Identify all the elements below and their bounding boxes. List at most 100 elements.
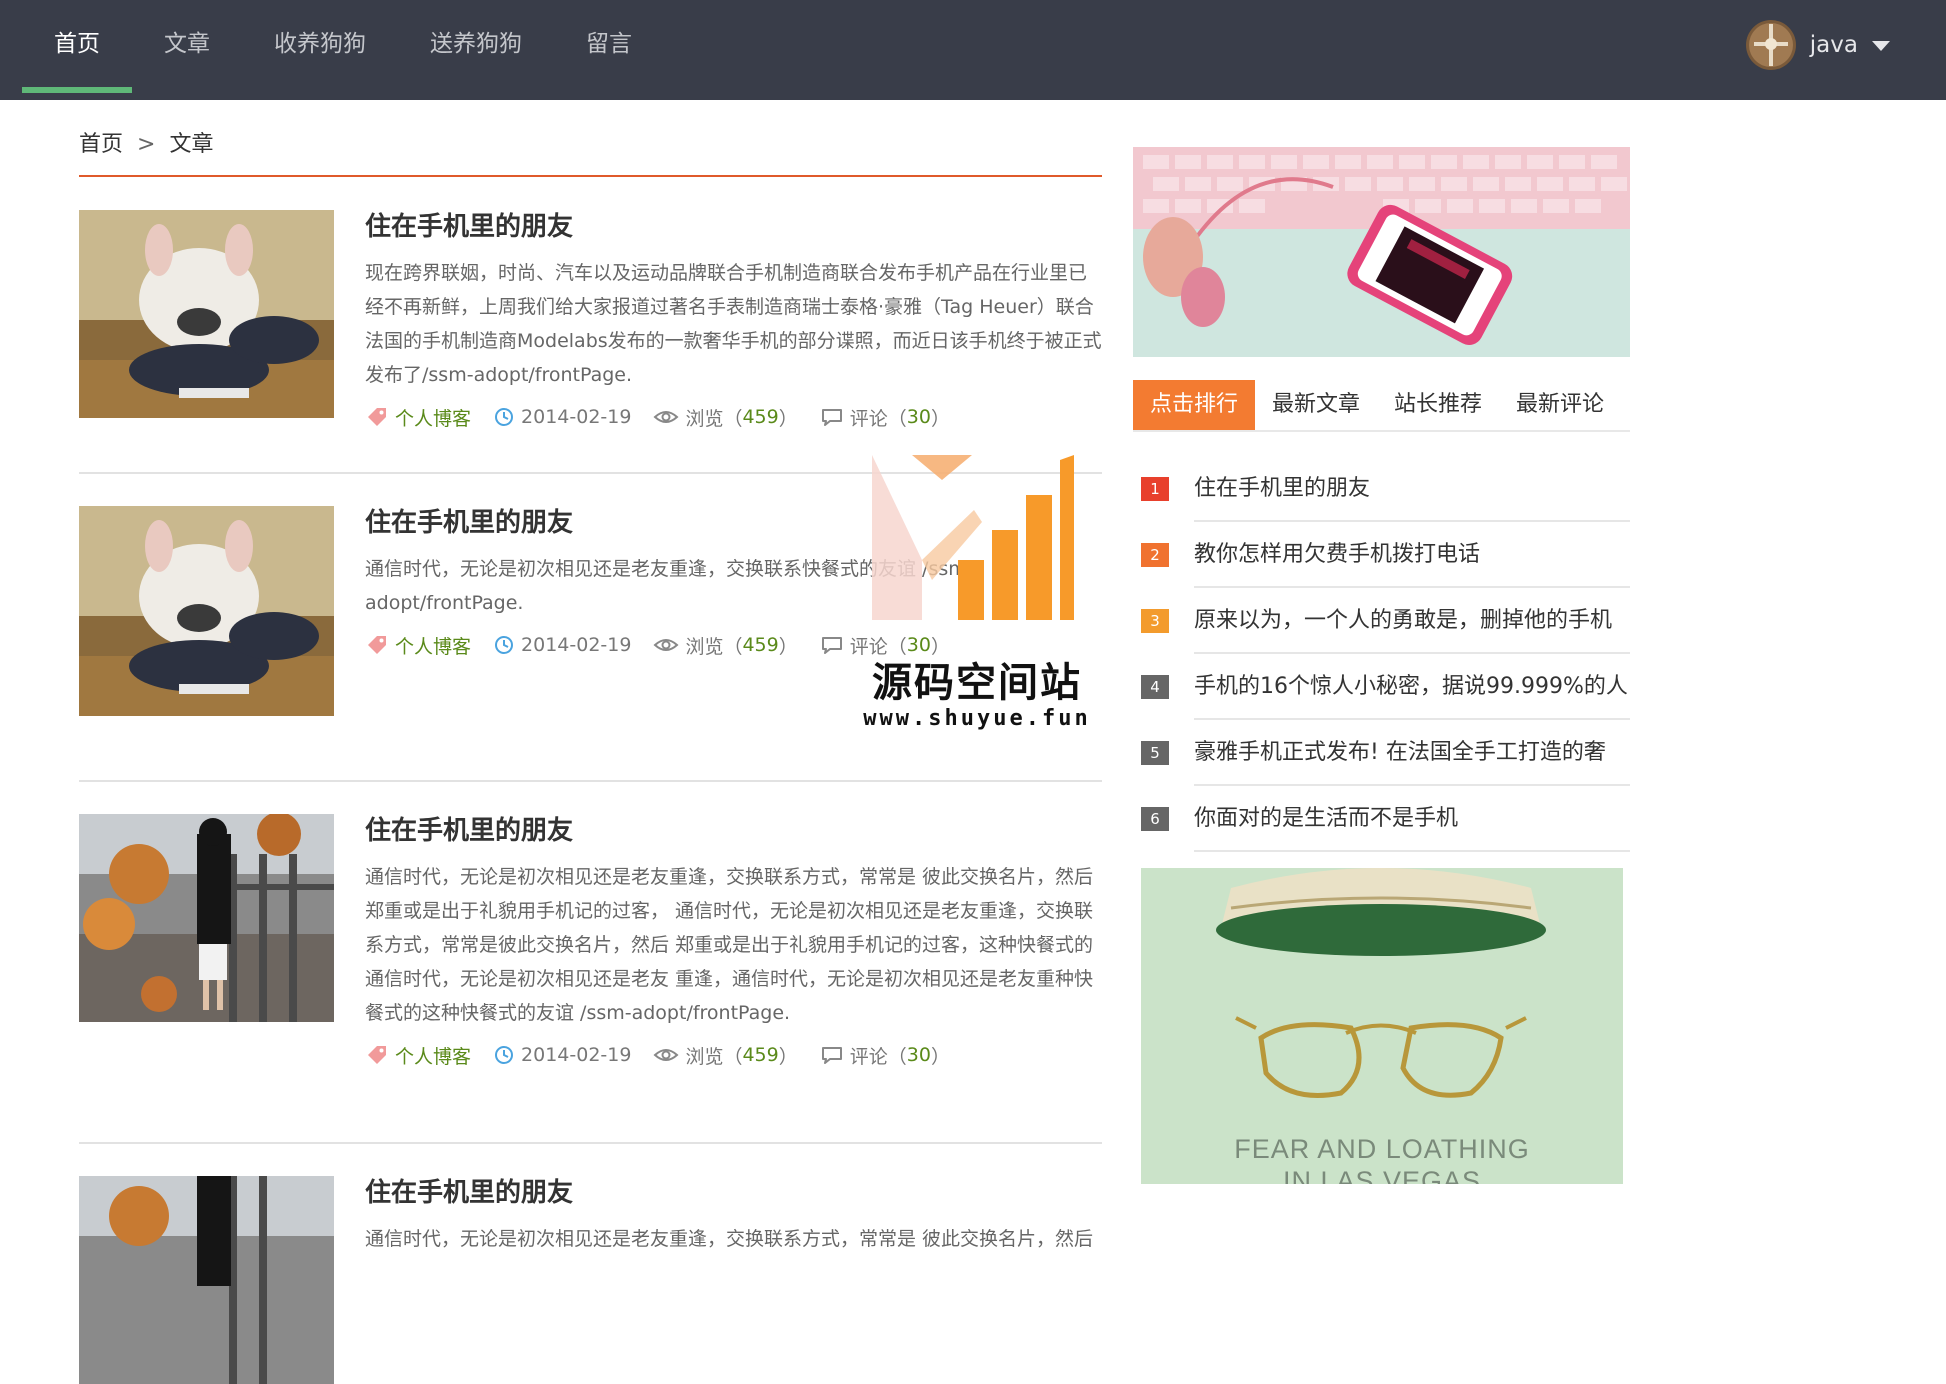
breadcrumb: 首页 > 文章 [79, 126, 213, 158]
article-comments[interactable]: 评论（ 30） [820, 404, 950, 431]
article-meta: 个人博客 2014-02-19 浏览（ 459） 评论（ 30） [365, 1040, 1102, 1070]
ranking-list: 1 住在手机里的朋友 2 教你怎样用欠费手机拨打电话 3 原来以为，一个人的勇敢… [1141, 456, 1630, 852]
rank-title[interactable]: 住在手机里的朋友 [1194, 456, 1630, 522]
main-nav: 首页 文章 收养狗狗 送养狗狗 留言 [22, 0, 664, 100]
tab-recommended[interactable]: 站长推荐 [1377, 380, 1499, 430]
article-list: 住在手机里的朋友 现在跨界联姻，时尚、汽车以及运动品牌联合手机制造商联合发布手机… [79, 210, 1102, 1384]
article-tag[interactable]: 个人博客 [365, 632, 471, 659]
comment-icon [821, 1047, 842, 1064]
article-excerpt: 通信时代，无论是初次相见还是老友重逢，交换联系方式，常常是 彼此交换名片，然后 [365, 1228, 1094, 1250]
user-menu[interactable]: java [1745, 20, 1890, 70]
tab-latest-comments[interactable]: 最新评论 [1499, 380, 1621, 430]
rank-badge: 3 [1141, 609, 1169, 633]
article-title[interactable]: 住在手机里的朋友 [365, 1176, 1102, 1210]
list-item[interactable]: 2 教你怎样用欠费手机拨打电话 [1141, 522, 1630, 588]
breadcrumb-home[interactable]: 首页 [79, 132, 123, 157]
article-thumbnail[interactable] [79, 210, 334, 418]
article-excerpt: 现在跨界联姻，时尚、汽车以及运动品牌联合手机制造商联合发布手机产品在行业里已经不… [365, 262, 1102, 386]
article-date-text: 2014-02-19 [521, 406, 632, 428]
comments-close: ） [930, 635, 950, 658]
article-thumbnail[interactable] [79, 814, 334, 1022]
views-label: 浏览（ [685, 407, 743, 430]
article-tag-label[interactable]: 个人博客 [395, 1042, 471, 1069]
comments-label: 评论（ [849, 635, 907, 658]
article-date-text: 2014-02-19 [521, 1044, 632, 1066]
article-excerpt: 通信时代，无论是初次相见还是老友重逢，交换联系方式，常常是 彼此交换名片，然后郑… [365, 866, 1094, 1024]
nav-item-give-dog[interactable]: 送养狗狗 [398, 0, 554, 100]
article-comments[interactable]: 评论（ 30） [820, 1042, 950, 1069]
tab-click-ranking[interactable]: 点击排行 [1133, 380, 1256, 430]
article-item: 住在手机里的朋友 现在跨界联姻，时尚、汽车以及运动品牌联合手机制造商联合发布手机… [79, 210, 1102, 474]
rank-title[interactable]: 手机的16个惊人小秘密，据说99.999%的人 [1194, 654, 1630, 720]
comments-close: ） [930, 1045, 950, 1068]
nav-item-home[interactable]: 首页 [22, 0, 132, 100]
article-item: 住在手机里的朋友 通信时代，无论是初次相见还是老友重逢，交换联系快餐式的友谊 /… [79, 506, 1102, 782]
rank-badge: 4 [1141, 675, 1169, 699]
article-tag[interactable]: 个人博客 [365, 1042, 471, 1069]
article-thumbnail[interactable] [79, 506, 334, 716]
article-tag-label[interactable]: 个人博客 [395, 404, 471, 431]
article-date: 2014-02-19 [493, 634, 631, 656]
views-close: ） [778, 407, 798, 430]
article-title[interactable]: 住在手机里的朋友 [365, 210, 1102, 244]
sidebar-banner-image[interactable] [1133, 147, 1630, 357]
rank-title[interactable]: 教你怎样用欠费手机拨打电话 [1194, 522, 1630, 588]
article-date: 2014-02-19 [493, 1044, 631, 1066]
views-close: ） [778, 1045, 798, 1068]
breadcrumb-current: 文章 [169, 132, 214, 157]
list-item[interactable]: 3 原来以为，一个人的勇敢是，删掉他的手机 [1141, 588, 1630, 654]
views-label: 浏览（ [685, 1045, 743, 1068]
clock-icon [495, 408, 514, 426]
rank-badge: 6 [1141, 807, 1169, 831]
article-date: 2014-02-19 [493, 406, 631, 428]
article-views: 浏览（ 459） [653, 1042, 798, 1069]
nav-item-messages[interactable]: 留言 [554, 0, 664, 100]
eye-icon [653, 639, 679, 651]
article-date-text: 2014-02-19 [521, 634, 632, 656]
article-meta: 个人博客 2014-02-19 浏览（ 459） 评论（ 30） [365, 630, 1102, 660]
article-tag[interactable]: 个人博客 [365, 404, 471, 431]
tag-icon [368, 408, 386, 426]
rank-title[interactable]: 原来以为，一个人的勇敢是，删掉他的手机 [1194, 588, 1630, 654]
svg-text:IN LAS VEGAS: IN LAS VEGAS [1283, 1166, 1481, 1184]
sidebar-poster-image[interactable]: FEAR AND LOATHING IN LAS VEGAS [1141, 868, 1623, 1184]
rank-title[interactable]: 豪雅手机正式发布! 在法国全手工打造的奢 [1194, 720, 1630, 786]
rank-badge: 1 [1141, 477, 1169, 501]
tab-latest-articles[interactable]: 最新文章 [1255, 380, 1377, 430]
clock-icon [495, 1046, 514, 1064]
article-views: 浏览（ 459） [653, 632, 798, 659]
views-count: 459 [742, 406, 779, 428]
nav-item-adopt-dog[interactable]: 收养狗狗 [242, 0, 398, 100]
article-thumbnail[interactable] [79, 1176, 334, 1384]
article-title[interactable]: 住在手机里的朋友 [365, 506, 1102, 540]
article-tag-label[interactable]: 个人博客 [395, 632, 471, 659]
top-navbar: 首页 文章 收养狗狗 送养狗狗 留言 java [0, 0, 1946, 100]
article-comments[interactable]: 评论（ 30） [820, 632, 950, 659]
avatar [1745, 20, 1796, 70]
list-item[interactable]: 5 豪雅手机正式发布! 在法国全手工打造的奢 [1141, 720, 1630, 786]
tag-icon [368, 636, 386, 654]
nav-item-articles[interactable]: 文章 [132, 0, 242, 100]
list-item[interactable]: 6 你面对的是生活而不是手机 [1141, 786, 1630, 852]
comments-label: 评论（ [849, 407, 907, 430]
article-title[interactable]: 住在手机里的朋友 [365, 814, 1102, 848]
views-label: 浏览（ [685, 635, 743, 658]
list-item[interactable]: 1 住在手机里的朋友 [1141, 456, 1630, 522]
breadcrumb-separator: > [137, 132, 156, 157]
clock-icon [495, 636, 514, 654]
tag-icon [368, 1046, 386, 1064]
comment-icon [821, 637, 842, 654]
comment-icon [821, 409, 842, 426]
article-meta: 个人博客 2014-02-19 浏览（ 459） 评论（ 30） [365, 402, 1102, 432]
views-close: ） [778, 635, 798, 658]
comments-count: 30 [906, 634, 931, 656]
article-item: 住在手机里的朋友 通信时代，无论是初次相见还是老友重逢，交换联系方式，常常是 彼… [79, 1176, 1102, 1384]
list-item[interactable]: 4 手机的16个惊人小秘密，据说99.999%的人 [1141, 654, 1630, 720]
rank-title[interactable]: 你面对的是生活而不是手机 [1194, 786, 1630, 852]
comments-label: 评论（ [849, 1045, 907, 1068]
svg-text:FEAR AND LOATHING: FEAR AND LOATHING [1234, 1134, 1530, 1164]
views-count: 459 [742, 634, 779, 656]
rank-badge: 2 [1141, 543, 1169, 567]
article-item: 住在手机里的朋友 通信时代，无论是初次相见还是老友重逢，交换联系方式，常常是 彼… [79, 814, 1102, 1144]
article-excerpt: 通信时代，无论是初次相见还是老友重逢，交换联系快餐式的友谊 /ssm-adopt… [365, 558, 974, 614]
